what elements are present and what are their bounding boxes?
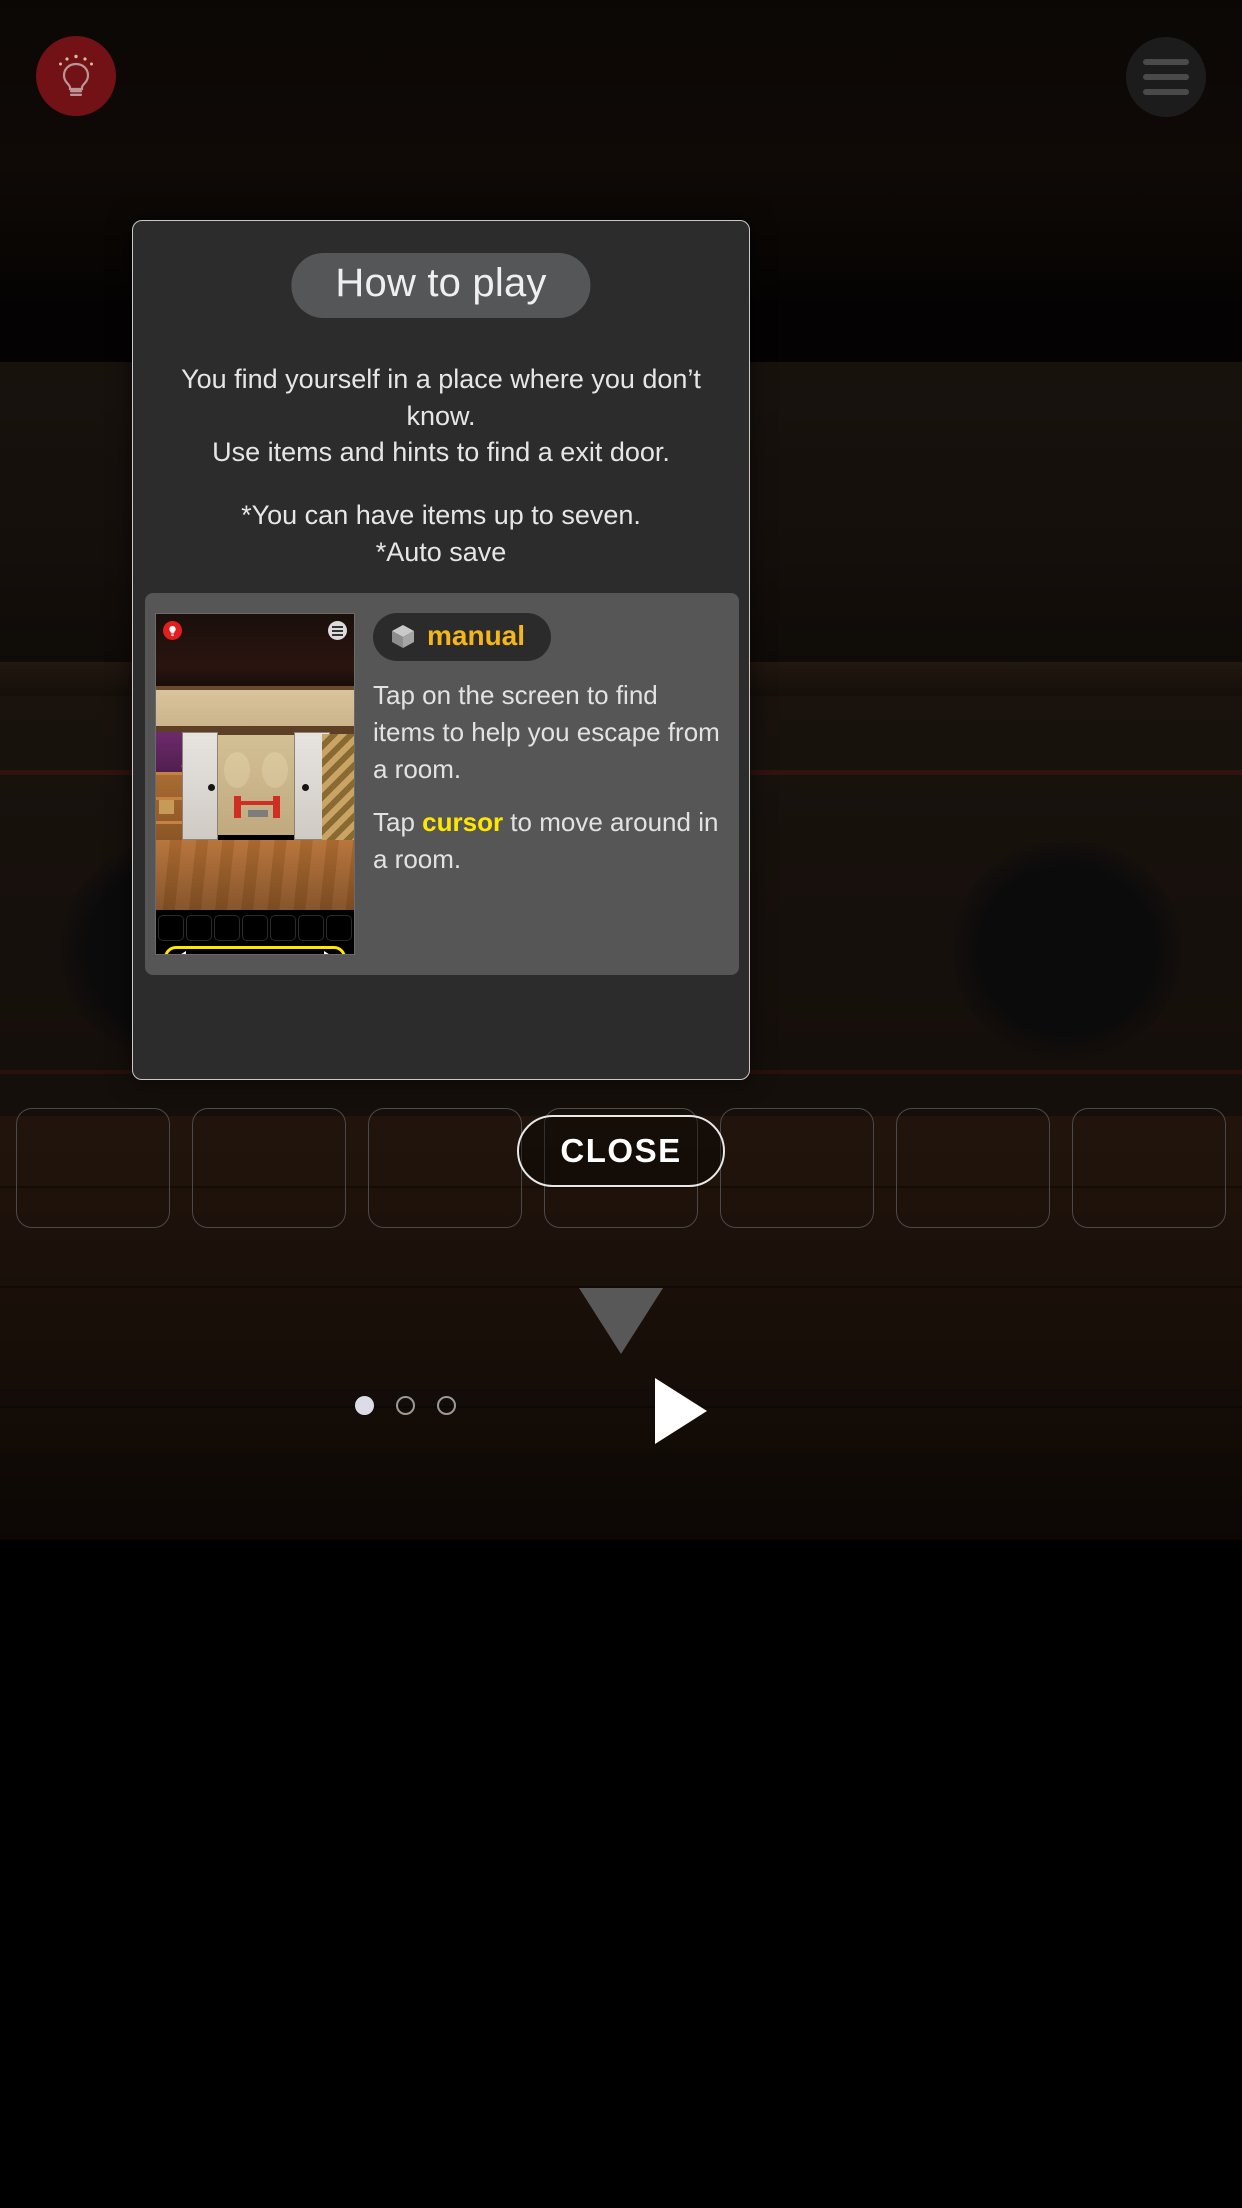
hamburger-menu-icon (332, 625, 343, 628)
thumb-item-slot (242, 915, 268, 941)
lightbulb-icon (59, 54, 93, 96)
thumb-alcove-glow (224, 752, 250, 788)
next-page-button[interactable] (655, 1378, 707, 1444)
manual-card: manual Tap on the screen to find items t… (145, 593, 739, 975)
paragraph-2-prefix: Tap (373, 806, 423, 837)
hamburger-menu-icon (1143, 74, 1189, 80)
thumb-box (159, 800, 174, 814)
intro-spacer (151, 471, 731, 497)
item-slot[interactable] (1072, 1108, 1226, 1228)
intro-line-1: You find yourself in a place where you d… (181, 364, 701, 431)
hint-button[interactable] (36, 36, 116, 116)
pagination-dot-3[interactable] (437, 1396, 456, 1415)
thumb-door-knob (302, 784, 309, 791)
manual-card-body: manual Tap on the screen to find items t… (355, 593, 739, 975)
thumb-alcove-glow (262, 752, 288, 788)
thumb-alcove (214, 735, 298, 835)
cube-icon (392, 625, 414, 648)
pagination-dots[interactable] (355, 1396, 456, 1415)
thumb-item-slots (158, 915, 352, 941)
hamburger-menu-icon (1143, 59, 1189, 65)
close-button[interactable]: CLOSE (517, 1115, 725, 1187)
hamburger-menu-icon (332, 633, 343, 636)
intro-text: You find yourself in a place where you d… (133, 361, 749, 571)
thumb-ceiling (156, 614, 354, 690)
how-to-play-dialog: How to play You find yourself in a place… (132, 220, 750, 1444)
thumb-item-slot (326, 915, 352, 941)
thumb-hud (156, 910, 354, 954)
lightbulb-icon (169, 625, 176, 636)
thumb-cursor-bar (164, 946, 346, 954)
pagination-dot-1[interactable] (355, 1396, 374, 1415)
thumb-hint-button (163, 621, 182, 640)
manual-badge: manual (373, 613, 552, 661)
item-slot[interactable] (192, 1108, 346, 1228)
hamburger-menu-icon (332, 629, 343, 632)
thumb-item-slot (158, 915, 184, 941)
thumb-item-slot (214, 915, 240, 941)
thumb-gray-object (248, 810, 268, 817)
thumb-item-slot (298, 915, 324, 941)
thumb-floor-shading (156, 840, 354, 910)
menu-button[interactable] (1126, 37, 1206, 117)
manual-paragraph-1: Tap on the screen to find items to help … (373, 680, 720, 784)
triangle-down-icon[interactable] (579, 1288, 663, 1354)
item-slot[interactable] (368, 1108, 522, 1228)
thumb-curtain (322, 734, 354, 840)
cursor-highlight: cursor (422, 806, 504, 837)
manual-badge-label: manual (427, 620, 526, 651)
intro-line-3: *You can have items up to seven. (241, 500, 641, 531)
thumb-door-knob (208, 784, 215, 791)
thumb-menu-button (328, 621, 347, 640)
thumb-item-slot (270, 915, 296, 941)
intro-line-4: *Auto save (375, 536, 507, 567)
item-slot[interactable] (720, 1108, 874, 1228)
hamburger-menu-icon (1143, 89, 1189, 95)
game-room-screenshot (155, 613, 355, 955)
arrow-right-icon (324, 951, 335, 954)
arrow-left-icon (175, 951, 186, 954)
thumb-item-slot (186, 915, 212, 941)
manual-paragraph-2: Tap cursor to move around in a room. (373, 804, 725, 878)
item-slot[interactable] (16, 1108, 170, 1228)
intro-line-2: Use items and hints to find a exit door. (212, 437, 670, 468)
pagination-dot-2[interactable] (396, 1396, 415, 1415)
dialog-title: How to play (291, 253, 591, 318)
item-slot[interactable] (896, 1108, 1050, 1228)
